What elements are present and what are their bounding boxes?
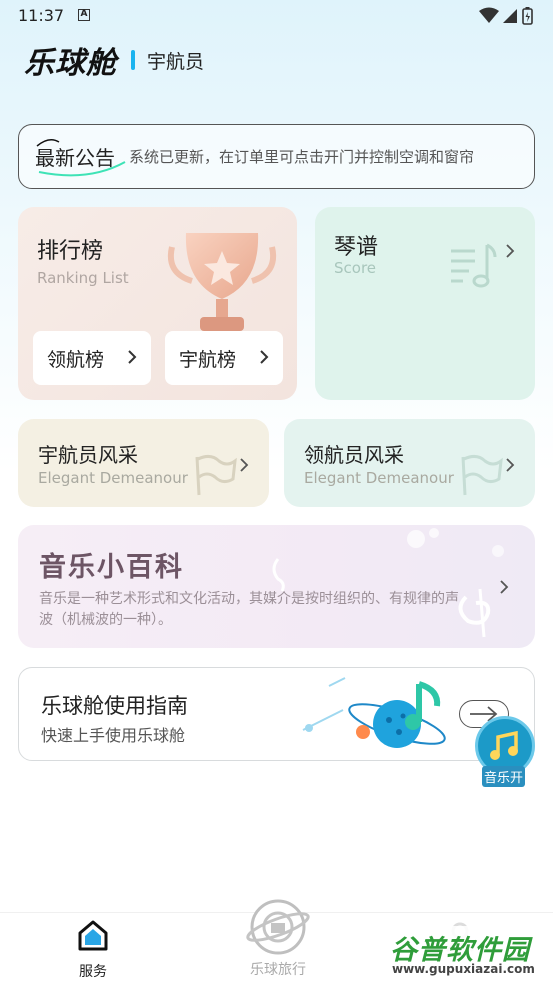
signal-icon [503,9,517,23]
chevron-right-icon [500,580,509,594]
navigator-showcase-card[interactable]: 领航员风采 Elegant Demeanour [284,419,535,507]
announcement-title: 最新公告 [35,139,126,177]
user-guide-subtitle: 快速上手使用乐球舱 [41,726,186,745]
navigator-showcase-title: 领航员风采 [304,443,404,467]
planet-icon [246,899,310,955]
astronaut-ranking-label: 宇航榜 [179,348,237,371]
announcement-text: 系统已更新，在订单里可点击开门并控制空调和窗帘 [129,148,475,166]
user-guide-title: 乐球舱使用指南 [41,694,188,718]
astronaut-showcase-title: 宇航员风采 [38,443,138,467]
music-encyclopedia-card[interactable]: 音乐小百科 音乐是一种艺术形式和文化活动，其媒介是按时组织的、有规律的声波（机械… [18,525,535,648]
wifi-icon [479,7,499,23]
app-header: 乐球舱 宇航员 [24,38,204,82]
home-icon [78,920,108,951]
status-bar: 11:37 A [0,0,553,32]
tab-travel[interactable]: 乐球旅行 [238,897,318,979]
user-guide-card[interactable]: 乐球舱使用指南 快速上手使用乐球舱 [18,667,535,761]
chevron-right-icon [506,458,515,472]
tab-travel-label: 乐球旅行 [250,962,306,978]
astronaut-showcase-subtitle: Elegant Demeanour [38,469,188,487]
music-toggle-button[interactable]: 音乐开 [474,716,536,787]
navigator-ranking-label: 领航榜 [47,348,105,371]
music-toggle-label: 音乐开 [482,766,526,787]
flag-icon [461,454,503,496]
score-title: 琴谱 [334,235,379,260]
astronaut-showcase-card[interactable]: 宇航员风采 Elegant Demeanour [18,419,269,507]
status-icons [477,6,537,30]
user-role: 宇航员 [147,50,205,73]
music-planet-icon [302,677,446,748]
navigator-showcase-subtitle: Elegant Demeanour [304,469,454,487]
tab-service-label: 服务 [79,964,107,980]
navigator-ranking-button[interactable]: 领航榜 [33,331,151,385]
ranking-title: 排行榜 [37,239,104,264]
chevron-right-icon [260,350,269,364]
score-subtitle: Score [334,259,377,277]
music-encyclopedia-desc: 音乐是一种艺术形式和文化活动，其媒介是按时组织的、有规律的声波（机械波的一种）。 [39,591,459,628]
status-time: 11:37 [18,6,65,25]
astronaut-ranking-button[interactable]: 宇航榜 [165,331,283,385]
brand-logo-text: 乐球舱 [24,46,117,81]
music-note-icon [490,730,518,760]
flag-icon [195,454,237,496]
music-score-icon [451,243,497,288]
chevron-right-icon [128,350,137,364]
chevron-right-icon [240,458,249,472]
notification-icon: A [78,9,90,21]
chevron-right-icon [506,244,515,258]
announcement-banner[interactable]: 最新公告 系统已更新，在订单里可点击开门并控制空调和窗帘 [18,124,535,189]
music-encyclopedia-title: 音乐小百科 [39,552,184,583]
score-card[interactable]: 琴谱 Score [315,207,535,400]
watermark: 谷普软件园 www.gupuxiazai.com [388,926,550,982]
ranking-subtitle: Ranking List [37,269,129,287]
watermark-url: www.gupuxiazai.com [392,962,535,976]
trophy-icon [168,233,276,331]
header-divider [131,50,135,70]
tab-service[interactable]: 服务 [70,919,116,981]
ranking-card: 排行榜 Ranking List 领航榜 宇航榜 [18,207,297,400]
